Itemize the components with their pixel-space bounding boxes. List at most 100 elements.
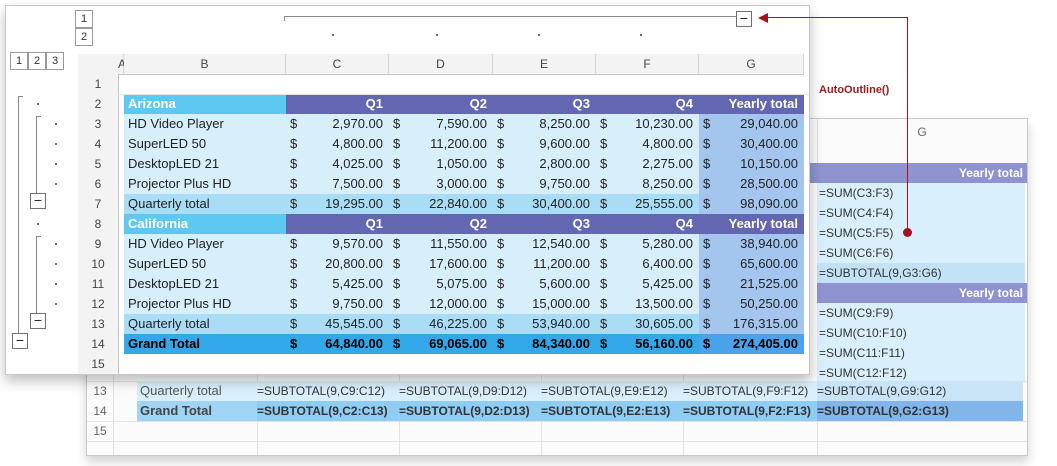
quarter-header[interactable]: Q3 bbox=[493, 214, 596, 234]
value-cell[interactable]: $9,750.00 bbox=[286, 294, 389, 314]
value-cell[interactable]: $1,050.00 bbox=[389, 154, 493, 174]
product-name[interactable]: Projector Plus HD bbox=[124, 174, 286, 194]
formula-cell[interactable]: =SUBTOTAL(9,C9:C12) bbox=[257, 381, 399, 401]
row-level-1-button[interactable]: 1 bbox=[10, 52, 28, 70]
region-name[interactable]: Arizona bbox=[124, 94, 286, 114]
value-cell[interactable]: $29,040.00 bbox=[699, 114, 804, 134]
value-cell[interactable]: $5,425.00 bbox=[596, 274, 699, 294]
value-cell[interactable]: $25,555.00 bbox=[596, 194, 699, 214]
value-cell[interactable]: $11,550.00 bbox=[389, 234, 493, 254]
value-cell[interactable]: $28,500.00 bbox=[699, 174, 804, 194]
value-cell[interactable]: $9,570.00 bbox=[286, 234, 389, 254]
quarter-header[interactable]: Q2 bbox=[389, 214, 493, 234]
row-header[interactable]: 13 bbox=[87, 381, 113, 401]
column-level-2-button[interactable]: 2 bbox=[75, 28, 93, 46]
row-header[interactable]: 12 bbox=[78, 294, 119, 315]
value-cell[interactable]: $6,400.00 bbox=[596, 254, 699, 274]
row-header[interactable]: 5 bbox=[78, 154, 119, 175]
formula-cell[interactable]: =SUBTOTAL(9,E2:E13) bbox=[541, 401, 683, 421]
collapse-california-button[interactable]: − bbox=[30, 313, 46, 329]
formula-cell[interactable]: =SUBTOTAL(9,C2:C13) bbox=[257, 401, 399, 421]
select-all-corner[interactable] bbox=[78, 54, 119, 75]
product-name[interactable]: HD Video Player bbox=[124, 114, 286, 134]
column-header-b[interactable]: B bbox=[124, 54, 286, 75]
quarter-header[interactable]: Yearly total bbox=[699, 214, 804, 234]
row-header[interactable]: 2 bbox=[78, 94, 119, 115]
row-header[interactable]: 15 bbox=[87, 421, 113, 441]
product-name[interactable]: HD Video Player bbox=[124, 234, 286, 254]
value-cell[interactable]: $8,250.00 bbox=[493, 114, 596, 134]
value-cell[interactable]: $12,000.00 bbox=[389, 294, 493, 314]
value-cell[interactable]: $13,500.00 bbox=[596, 294, 699, 314]
column-header-e[interactable]: E bbox=[493, 54, 596, 75]
formula-cell[interactable]: =SUBTOTAL(9,F2:F13) bbox=[683, 401, 817, 421]
value-cell[interactable]: $9,600.00 bbox=[493, 134, 596, 154]
value-cell[interactable]: $5,600.00 bbox=[493, 274, 596, 294]
value-cell[interactable]: $17,600.00 bbox=[389, 254, 493, 274]
value-cell[interactable]: $3,000.00 bbox=[389, 174, 493, 194]
row-header[interactable]: 14 bbox=[78, 334, 119, 355]
value-cell[interactable]: $21,525.00 bbox=[699, 274, 804, 294]
quarter-header[interactable]: Q4 bbox=[596, 94, 699, 114]
value-cell[interactable]: $46,225.00 bbox=[389, 314, 493, 334]
value-cell[interactable]: $7,500.00 bbox=[286, 174, 389, 194]
row-header[interactable]: 7 bbox=[78, 194, 119, 215]
column-header-g[interactable]: G bbox=[817, 121, 1027, 143]
collapse-columns-button[interactable]: − bbox=[736, 11, 752, 27]
region-name[interactable]: California bbox=[124, 214, 286, 234]
formula-cell[interactable]: =SUM(C6:F6) bbox=[817, 243, 1025, 263]
row-header[interactable]: 14 bbox=[87, 401, 113, 421]
collapse-all-button[interactable]: − bbox=[12, 333, 28, 349]
quarter-header[interactable]: Yearly total bbox=[699, 94, 804, 114]
value-cell[interactable]: $9,750.00 bbox=[493, 174, 596, 194]
product-name[interactable]: SuperLED 50 bbox=[124, 134, 286, 154]
value-cell[interactable]: $56,160.00 bbox=[596, 334, 699, 354]
product-name[interactable]: DesktopLED 21 bbox=[124, 154, 286, 174]
value-cell[interactable]: $2,800.00 bbox=[493, 154, 596, 174]
value-cell[interactable]: $10,150.00 bbox=[699, 154, 804, 174]
row-header[interactable]: 15 bbox=[78, 354, 119, 374]
value-cell[interactable]: $64,840.00 bbox=[286, 334, 389, 354]
value-cell[interactable]: $30,400.00 bbox=[493, 194, 596, 214]
value-cell[interactable]: $84,340.00 bbox=[493, 334, 596, 354]
formula-cell[interactable]: =SUM(C12:F12) bbox=[817, 363, 1025, 383]
value-cell[interactable]: $11,200.00 bbox=[493, 254, 596, 274]
formula-cell[interactable]: =SUBTOTAL(9,G2:G13) bbox=[817, 401, 1023, 421]
formula-cell[interactable]: =SUBTOTAL(9,F9:F12) bbox=[683, 381, 817, 401]
value-cell[interactable]: $45,545.00 bbox=[286, 314, 389, 334]
value-cell[interactable]: $274,405.00 bbox=[699, 334, 804, 354]
value-cell[interactable]: $5,075.00 bbox=[389, 274, 493, 294]
value-cell[interactable]: $50,250.00 bbox=[699, 294, 804, 314]
formula-cell[interactable]: =SUM(C9:F9) bbox=[817, 303, 1025, 323]
formula-cell[interactable]: =SUBTOTAL(9,D9:D12) bbox=[399, 381, 541, 401]
quarter-header[interactable]: Q4 bbox=[596, 214, 699, 234]
row-header[interactable]: 6 bbox=[78, 174, 119, 195]
column-header-d[interactable]: D bbox=[389, 54, 493, 75]
formula-cell[interactable]: =SUM(C4:F4) bbox=[817, 203, 1025, 223]
value-cell[interactable]: $5,425.00 bbox=[286, 274, 389, 294]
row-header[interactable]: 11 bbox=[78, 274, 119, 295]
column-header-c[interactable]: C bbox=[286, 54, 389, 75]
quarter-header[interactable]: Q3 bbox=[493, 94, 596, 114]
column-header-g[interactable]: G bbox=[699, 54, 804, 75]
product-name[interactable]: DesktopLED 21 bbox=[124, 274, 286, 294]
row-header[interactable]: 8 bbox=[78, 214, 119, 235]
formula-cell[interactable]: =SUBTOTAL(9,E9:E12) bbox=[541, 381, 683, 401]
product-name[interactable]: SuperLED 50 bbox=[124, 254, 286, 274]
value-cell[interactable]: $19,295.00 bbox=[286, 194, 389, 214]
row-header[interactable]: 9 bbox=[78, 234, 119, 255]
quarter-header[interactable]: Q1 bbox=[286, 94, 389, 114]
value-cell[interactable]: $11,200.00 bbox=[389, 134, 493, 154]
row-level-3-button[interactable]: 3 bbox=[46, 52, 64, 70]
formula-cell[interactable]: =SUM(C11:F11) bbox=[817, 343, 1025, 363]
quarter-header[interactable]: Q1 bbox=[286, 214, 389, 234]
quarterly-total-label[interactable]: Quarterly total bbox=[124, 314, 286, 334]
formula-cell[interactable]: =SUM(C5:F5) bbox=[817, 223, 1025, 243]
row-header[interactable]: 4 bbox=[78, 134, 119, 155]
value-cell[interactable]: $2,970.00 bbox=[286, 114, 389, 134]
value-cell[interactable]: $38,940.00 bbox=[699, 234, 804, 254]
row-level-2-button[interactable]: 2 bbox=[28, 52, 46, 70]
value-cell[interactable]: $30,400.00 bbox=[699, 134, 804, 154]
value-cell[interactable]: $69,065.00 bbox=[389, 334, 493, 354]
value-cell[interactable]: $4,025.00 bbox=[286, 154, 389, 174]
